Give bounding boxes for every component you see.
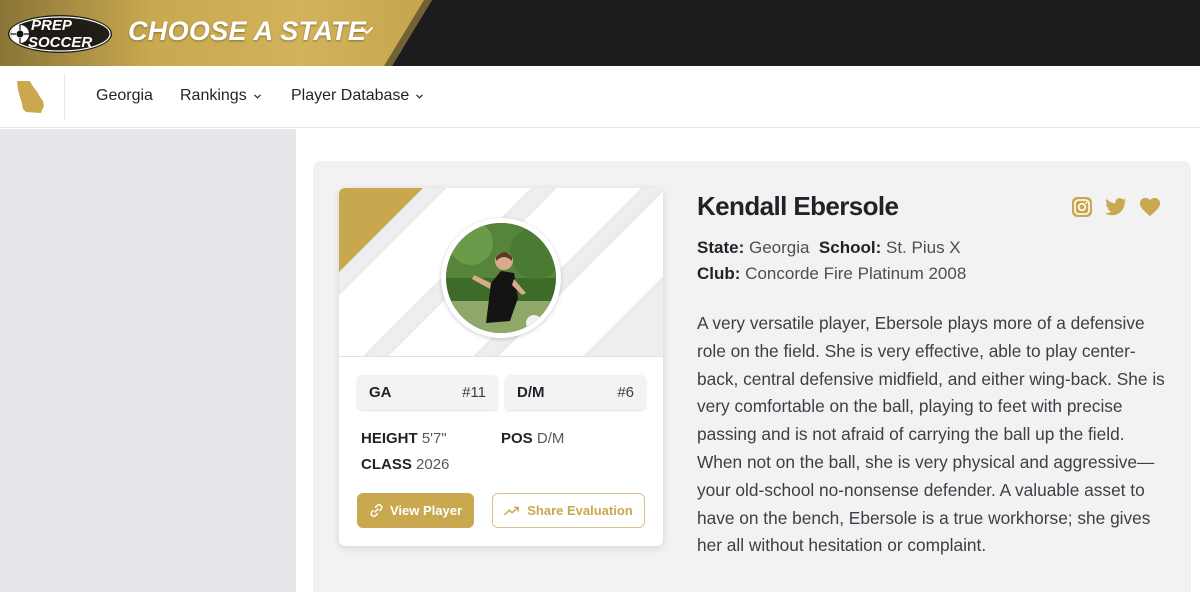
state-label: State: (697, 238, 745, 257)
stat-label: CLASS (361, 456, 412, 473)
club-label: Club: (697, 264, 741, 283)
player-card: GA #11 D/M #6 HEIGHT 5'7" POS D/M CLASS … (339, 188, 663, 546)
stat-height: HEIGHT 5'7" (361, 430, 447, 447)
chevron-down-icon (416, 94, 424, 99)
chip-value: #11 (462, 384, 486, 401)
stat-label: POS (501, 430, 533, 447)
chevron-down-icon (253, 94, 261, 99)
state-navbar: Georgia Rankings Player Database (0, 66, 1200, 128)
share-evaluation-label: Share Evaluation (527, 503, 633, 518)
view-player-label: View Player (389, 503, 463, 518)
choose-state-button[interactable]: CHOOSE A STATE (128, 16, 366, 47)
view-player-button[interactable]: View Player (357, 493, 474, 528)
player-card-header (339, 188, 663, 357)
trending-up-icon (504, 506, 520, 515)
club-value: Concorde Fire Platinum 2008 (745, 264, 967, 283)
player-state-school: State: Georgia School: St. Pius X (697, 238, 961, 258)
stat-position: POS D/M (501, 430, 564, 447)
nav-item-player-database[interactable]: Player Database (291, 87, 424, 105)
share-evaluation-button[interactable]: Share Evaluation (492, 493, 645, 528)
nav-item-rankings[interactable]: Rankings (180, 87, 262, 105)
stat-class: CLASS 2026 (361, 456, 449, 473)
heart-icon[interactable] (1139, 196, 1161, 218)
nav-item-label: Georgia (96, 87, 153, 104)
left-sidebar (0, 129, 296, 592)
chevron-down-icon[interactable] (360, 23, 374, 37)
team-chip-position: D/M #6 (505, 375, 646, 410)
instagram-icon[interactable] (1071, 196, 1093, 218)
player-avatar[interactable] (441, 218, 561, 338)
nav-divider (64, 74, 65, 120)
stat-value: 5'7" (421, 430, 447, 447)
school-value: St. Pius X (885, 238, 961, 257)
top-banner: PREP SOCCER CHOOSE A STATE (0, 0, 1200, 66)
state-value: Georgia (748, 238, 810, 257)
team-chip-state: GA #11 (357, 375, 498, 410)
school-label: School: (818, 238, 882, 257)
chip-value: #6 (617, 384, 634, 401)
stat-value: 2026 (416, 456, 450, 473)
player-name: Kendall Ebersole (697, 191, 899, 221)
link-icon (370, 504, 383, 517)
player-club: Club: Concorde Fire Platinum 2008 (697, 264, 966, 284)
georgia-state-icon[interactable] (14, 80, 48, 114)
nav-item-georgia[interactable]: Georgia (96, 87, 153, 105)
stat-label: HEIGHT (361, 430, 418, 447)
player-bio: A very versatile player, Ebersole plays … (697, 313, 1165, 556)
twitter-icon[interactable] (1105, 196, 1127, 218)
nav-item-label: Player Database (291, 87, 410, 104)
logo-text-prep: PREP (31, 17, 73, 34)
nav-item-label: Rankings (180, 87, 247, 104)
chip-label: GA (369, 384, 392, 401)
prep-soccer-logo[interactable]: PREP SOCCER (6, 10, 114, 56)
logo-text-soccer: SOCCER (28, 34, 92, 51)
stat-value: D/M (536, 430, 565, 447)
chip-label: D/M (517, 384, 545, 401)
player-photo (446, 223, 556, 333)
